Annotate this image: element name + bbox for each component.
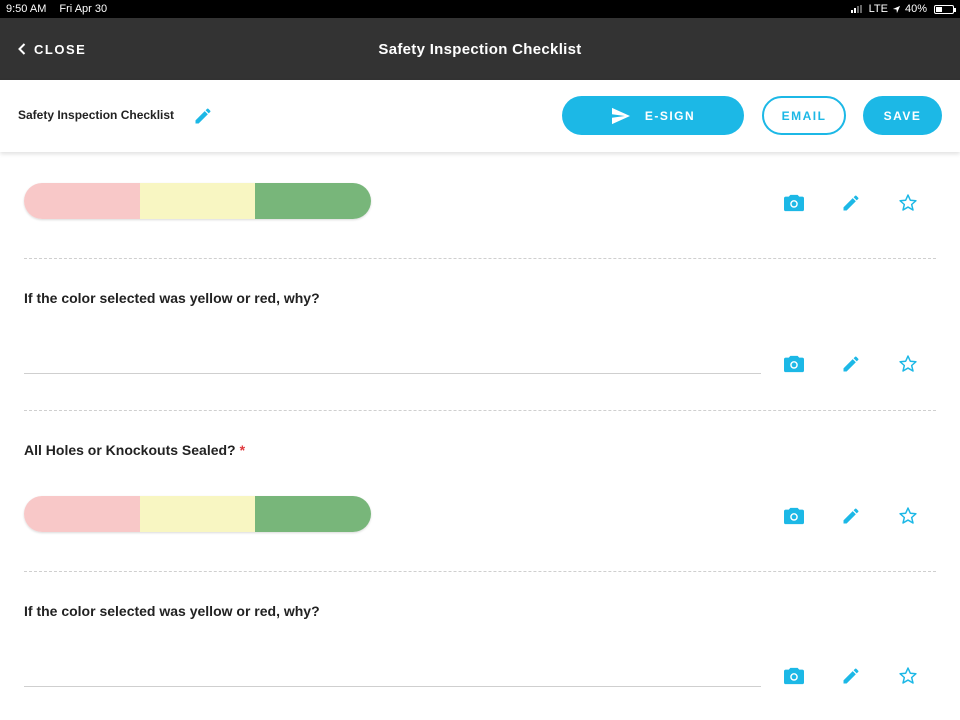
camera-button[interactable] <box>782 191 806 215</box>
status-time: 9:50 AM <box>6 3 47 15</box>
camera-button[interactable] <box>782 352 806 376</box>
status-bar: 9:50 AM Fri Apr 30 LTE 40% <box>0 0 960 18</box>
rating-red-option[interactable] <box>24 183 140 219</box>
star-icon <box>899 507 917 524</box>
battery-icon <box>934 4 956 14</box>
item-divider <box>24 571 936 572</box>
star-icon <box>899 667 917 684</box>
annotate-button[interactable] <box>839 191 863 215</box>
camera-button[interactable] <box>782 664 806 688</box>
answer-input[interactable] <box>24 686 761 687</box>
checklist-content: If the color selected was yellow or red,… <box>0 152 960 720</box>
camera-icon <box>784 194 804 212</box>
network-label: LTE <box>868 3 888 15</box>
close-label: CLOSE <box>34 41 87 57</box>
rating-green-option[interactable] <box>255 496 371 532</box>
pencil-icon <box>843 508 859 524</box>
favorite-button[interactable] <box>896 504 920 528</box>
camera-icon <box>784 355 804 373</box>
close-button[interactable]: CLOSE <box>18 18 86 80</box>
chevron-left-icon <box>18 43 26 55</box>
favorite-button[interactable] <box>896 352 920 376</box>
pencil-icon <box>843 668 859 684</box>
esign-label: E-SIGN <box>644 108 696 123</box>
item-divider <box>24 410 936 411</box>
email-label: EMAIL <box>781 108 827 123</box>
rating-yellow-option[interactable] <box>139 496 256 532</box>
rating-red-option[interactable] <box>24 496 140 532</box>
question-label: All Holes or Knockouts Sealed? * <box>24 442 245 458</box>
item-divider <box>24 258 936 259</box>
signal-icon <box>850 5 862 13</box>
rating-yellow-option[interactable] <box>139 183 256 219</box>
question-text: All Holes or Knockouts Sealed? <box>24 442 236 458</box>
answer-input[interactable] <box>24 373 761 374</box>
color-rating-bar <box>24 183 371 219</box>
camera-icon <box>784 667 804 685</box>
edit-title-button[interactable] <box>193 106 213 126</box>
question-label: If the color selected was yellow or red,… <box>24 290 320 306</box>
battery-percent: 40% <box>904 3 927 15</box>
star-icon <box>899 355 917 372</box>
status-date: Fri Apr 30 <box>59 3 108 15</box>
rating-green-option[interactable] <box>255 183 371 219</box>
color-rating-bar <box>24 496 371 532</box>
location-icon <box>892 5 901 13</box>
document-title: Safety Inspection Checklist <box>18 108 175 122</box>
pencil-icon <box>843 356 859 372</box>
document-toolbar: Safety Inspection Checklist E-SIGN EMAIL… <box>0 80 960 152</box>
favorite-button[interactable] <box>896 191 920 215</box>
annotate-button[interactable] <box>839 504 863 528</box>
question-label: If the color selected was yellow or red,… <box>24 603 320 619</box>
camera-icon <box>784 507 804 525</box>
pencil-icon <box>195 108 211 124</box>
page-title: Safety Inspection Checklist <box>378 40 582 58</box>
save-label: SAVE <box>883 108 922 123</box>
send-icon <box>611 107 630 124</box>
annotate-button[interactable] <box>839 352 863 376</box>
pencil-icon <box>843 195 859 211</box>
save-button[interactable]: SAVE <box>863 96 942 135</box>
required-marker: * <box>239 442 246 458</box>
annotate-button[interactable] <box>839 664 863 688</box>
email-button[interactable]: EMAIL <box>762 96 846 135</box>
esign-button[interactable]: E-SIGN <box>562 96 744 135</box>
star-icon <box>899 194 917 211</box>
favorite-button[interactable] <box>896 664 920 688</box>
nav-bar: CLOSE Safety Inspection Checklist <box>0 18 960 80</box>
camera-button[interactable] <box>782 504 806 528</box>
